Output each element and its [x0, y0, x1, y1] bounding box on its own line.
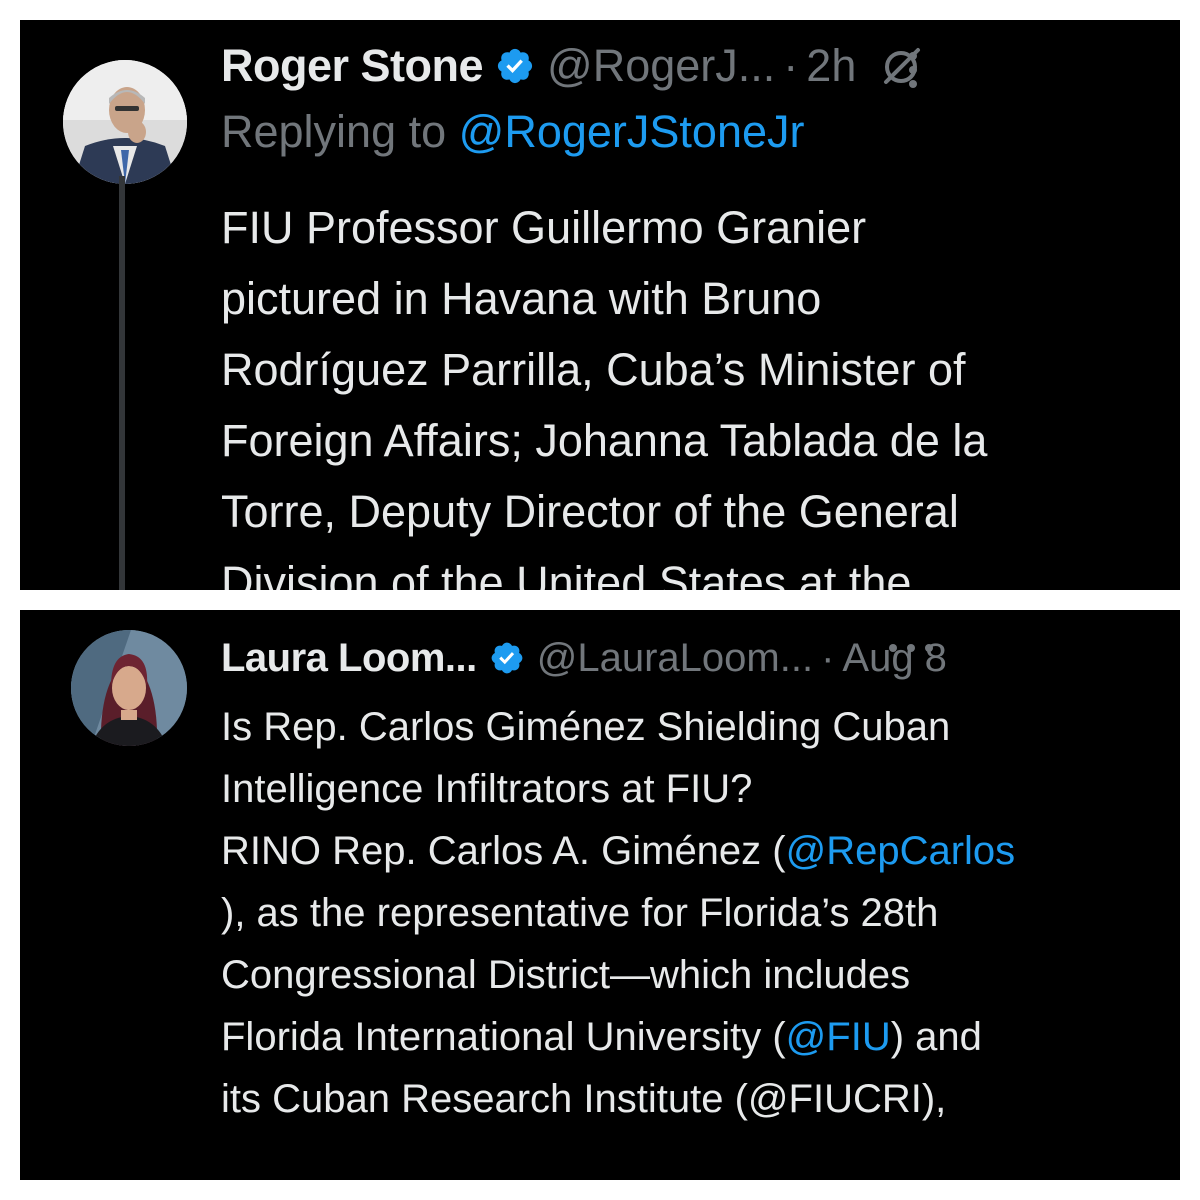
tweet-text: Is Rep. Carlos Giménez Shielding Cuban I…: [221, 696, 1015, 1130]
tweet-text-line: Is Rep. Carlos Giménez Shielding Cuban: [221, 705, 951, 749]
replying-to: Replying to @RogerJStoneJr: [221, 106, 804, 158]
tweet-text-segment: Florida International University (: [221, 1015, 786, 1059]
avatar[interactable]: [63, 60, 187, 184]
tweet-laura-loomer[interactable]: Laura Loom... @LauraLoom... · Aug 8 Is R…: [20, 610, 1180, 1180]
tweet-text-line: its Cuban Research Institute (@FIUCRI),: [221, 1077, 947, 1121]
author-handle[interactable]: @LauraLoom...: [537, 636, 813, 681]
timestamp[interactable]: 2h: [806, 40, 856, 92]
tweet-text-line: FIU Professor Guillermo Granier: [221, 202, 867, 253]
separator-dot: ·: [783, 40, 799, 91]
tweet-text-line: Rodríguez Parrilla, Cuba’s Minister of: [221, 344, 966, 395]
author-name[interactable]: Roger Stone: [221, 40, 484, 92]
avatar-photo: [71, 630, 187, 746]
tweet-text-line: Intelligence Infiltrators at FIU?: [221, 767, 753, 811]
verified-badge-icon: [489, 640, 525, 676]
verified-badge-icon: [495, 46, 535, 86]
tweet-text-line: Florida International University (@FIU) …: [221, 1006, 1015, 1068]
author-name[interactable]: Laura Loom...: [221, 636, 477, 681]
mention-link[interactable]: @FIU: [786, 1015, 891, 1059]
author-handle[interactable]: @RogerJ...: [547, 40, 775, 92]
tweet-header: Roger Stone @RogerJ... · 2h: [221, 36, 924, 96]
replying-to-label: Replying to: [221, 106, 447, 157]
avatar[interactable]: [71, 630, 187, 746]
more-options-icon[interactable]: [885, 640, 937, 656]
tweet-text-line: pictured in Havana with Bruno: [221, 273, 822, 324]
tweet-text-line: ), as the representative for Florida’s 2…: [221, 891, 939, 935]
tweet-text: FIU Professor Guillermo Granier pictured…: [221, 192, 987, 590]
tweet-header: Laura Loom... @LauraLoom... · Aug 8: [221, 630, 947, 686]
more-options-icon[interactable]: [905, 38, 921, 98]
tweet-text-line: Division of the United States at the: [221, 557, 912, 590]
tweet-text-line: RINO Rep. Carlos A. Giménez (@RepCarlos: [221, 820, 1015, 882]
replying-to-handle[interactable]: @RogerJStoneJr: [459, 106, 805, 157]
mention-link[interactable]: @RepCarlos: [786, 829, 1016, 873]
tweet-text-segment: RINO Rep. Carlos A. Giménez (: [221, 829, 786, 873]
tweet-text-line: Foreign Affairs; Johanna Tablada de la: [221, 415, 988, 466]
thread-connector-line: [119, 176, 125, 590]
tweet-roger-stone[interactable]: Roger Stone @RogerJ... · 2h Replying to …: [20, 20, 1180, 590]
tweet-text-segment: ) and: [890, 1015, 982, 1059]
separator-dot: ·: [821, 635, 835, 680]
tweet-text-line: Congressional District—which includes: [221, 953, 911, 997]
avatar-photo: [63, 60, 187, 184]
tweet-text-line: Torre, Deputy Director of the General: [221, 486, 959, 537]
